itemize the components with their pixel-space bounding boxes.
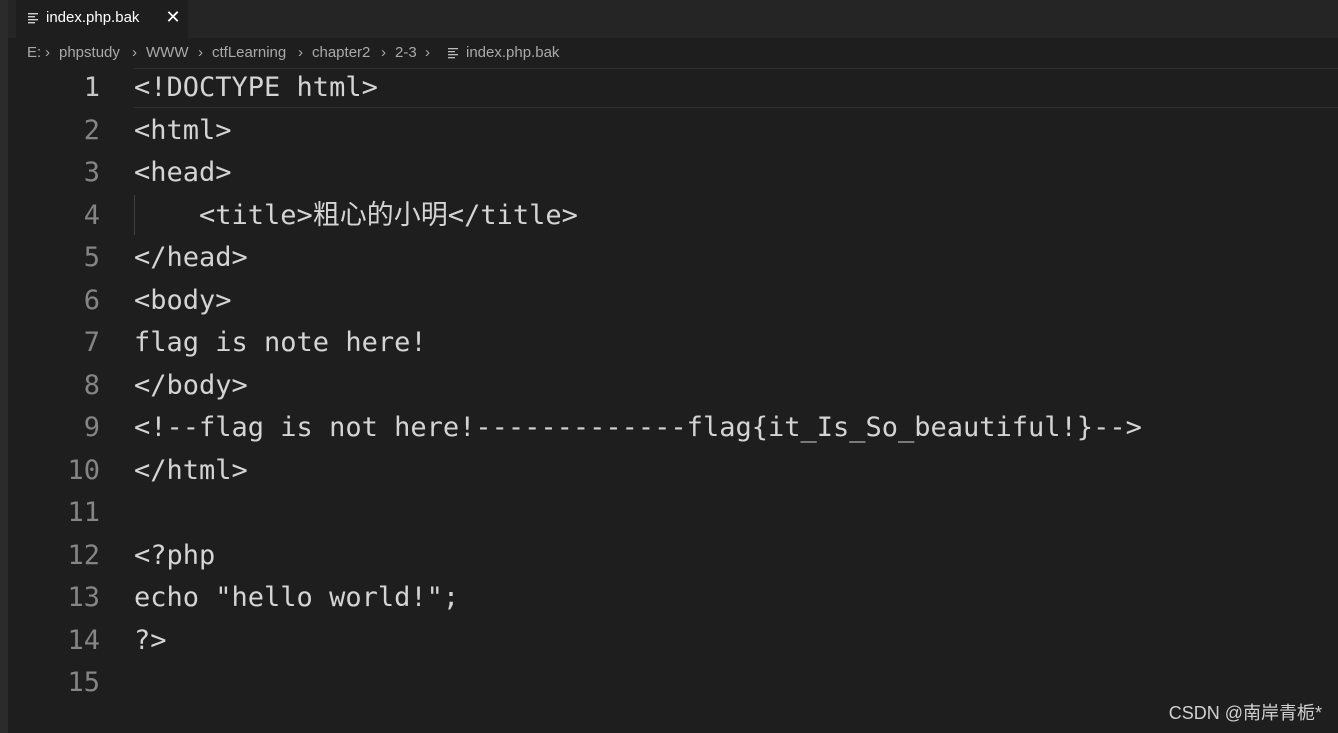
file-lines-icon <box>448 48 458 59</box>
code-line[interactable]: 2 <html> <box>8 111 1338 153</box>
tab-label: index.php.bak <box>46 9 140 26</box>
line-number: 12 <box>67 539 100 571</box>
code-text[interactable]: flag is note here! <box>134 323 427 363</box>
code-line[interactable]: 7 flag is note here! <box>8 323 1338 365</box>
editor-window: index.php.bak ✕ E: › phpstudy › WWW › ct… <box>0 0 1338 733</box>
code-line[interactable]: 8 </body> <box>8 366 1338 408</box>
chevron-right-icon: › <box>425 44 430 61</box>
close-icon[interactable]: ✕ <box>164 0 182 38</box>
code-line[interactable]: 12 <?php <box>8 536 1338 578</box>
line-number: 1 <box>83 72 100 103</box>
code-text[interactable]: <!DOCTYPE html> <box>134 68 378 108</box>
code-text[interactable]: </head> <box>134 238 248 278</box>
breadcrumb-item-chapter2[interactable]: chapter2 <box>312 38 370 68</box>
line-number: 8 <box>83 369 100 401</box>
code-text[interactable]: ?> <box>134 621 167 661</box>
breadcrumb-item-file[interactable]: index.php.bak <box>466 38 559 68</box>
line-number: 15 <box>67 667 100 698</box>
line-number: 5 <box>83 242 100 273</box>
code-line[interactable]: 14 ?> <box>8 621 1338 663</box>
code-text[interactable]: <head> <box>134 153 232 193</box>
breadcrumb-item-ctflearning[interactable]: ctfLearning <box>212 38 286 68</box>
code-line[interactable]: 11 <box>8 493 1338 535</box>
chevron-right-icon: › <box>132 44 137 61</box>
code-line[interactable]: 10 </html> <box>8 451 1338 493</box>
line-number: 11 <box>67 497 100 528</box>
chevron-right-icon: › <box>198 44 203 61</box>
code-text[interactable]: <html> <box>134 111 232 151</box>
watermark: CSDN @南岸青栀* <box>1168 703 1322 723</box>
code-line[interactable]: 15 <box>8 663 1338 705</box>
code-text[interactable]: <body> <box>134 281 232 321</box>
line-number: 7 <box>83 327 100 358</box>
line-number: 6 <box>83 284 100 316</box>
breadcrumb-item-drive[interactable]: E: <box>27 38 41 68</box>
line-number: 14 <box>67 624 100 656</box>
line-number: 3 <box>83 157 100 188</box>
chevron-right-icon: › <box>298 44 303 61</box>
file-lines-icon <box>28 13 38 24</box>
code-editor[interactable]: 1 <!DOCTYPE html> 2 <html> 3 <head> 4 <t… <box>8 68 1338 733</box>
activity-bar-edge <box>0 0 8 733</box>
code-line[interactable]: 1 <!DOCTYPE html> <box>8 68 1338 110</box>
code-text[interactable]: <title>粗心的小明</title> <box>134 196 578 236</box>
breadcrumb-item-www[interactable]: WWW <box>146 38 188 68</box>
code-text[interactable]: </body> <box>134 366 248 406</box>
code-line[interactable]: 13 echo "hello world!"; <box>8 578 1338 620</box>
code-text[interactable]: <!--flag is not here!-------------flag{i… <box>134 408 1142 448</box>
line-number: 4 <box>83 199 100 231</box>
code-line[interactable]: 9 <!--flag is not here!-------------flag… <box>8 408 1338 450</box>
code-line[interactable]: 4 <title>粗心的小明</title> <box>8 196 1338 238</box>
breadcrumb: E: › phpstudy › WWW › ctfLearning › chap… <box>8 38 1338 68</box>
code-text[interactable]: <?php <box>134 536 215 576</box>
line-number: 2 <box>83 114 100 146</box>
code-line[interactable]: 5 </head> <box>8 238 1338 280</box>
code-text[interactable]: </html> <box>134 451 248 491</box>
tab-bar: index.php.bak ✕ <box>8 0 1338 38</box>
tab-index-php-bak[interactable]: index.php.bak ✕ <box>16 0 188 38</box>
code-text[interactable]: echo "hello world!"; <box>134 578 459 618</box>
code-line[interactable]: 6 <body> <box>8 281 1338 323</box>
breadcrumb-item-2-3[interactable]: 2-3 <box>395 38 417 68</box>
code-line[interactable]: 3 <head> <box>8 153 1338 195</box>
line-number: 13 <box>67 582 100 613</box>
line-number: 10 <box>67 454 100 486</box>
chevron-right-icon: › <box>381 44 386 61</box>
chevron-right-icon: › <box>45 44 50 61</box>
line-number: 9 <box>83 412 100 443</box>
breadcrumb-item-phpstudy[interactable]: phpstudy <box>59 38 120 68</box>
